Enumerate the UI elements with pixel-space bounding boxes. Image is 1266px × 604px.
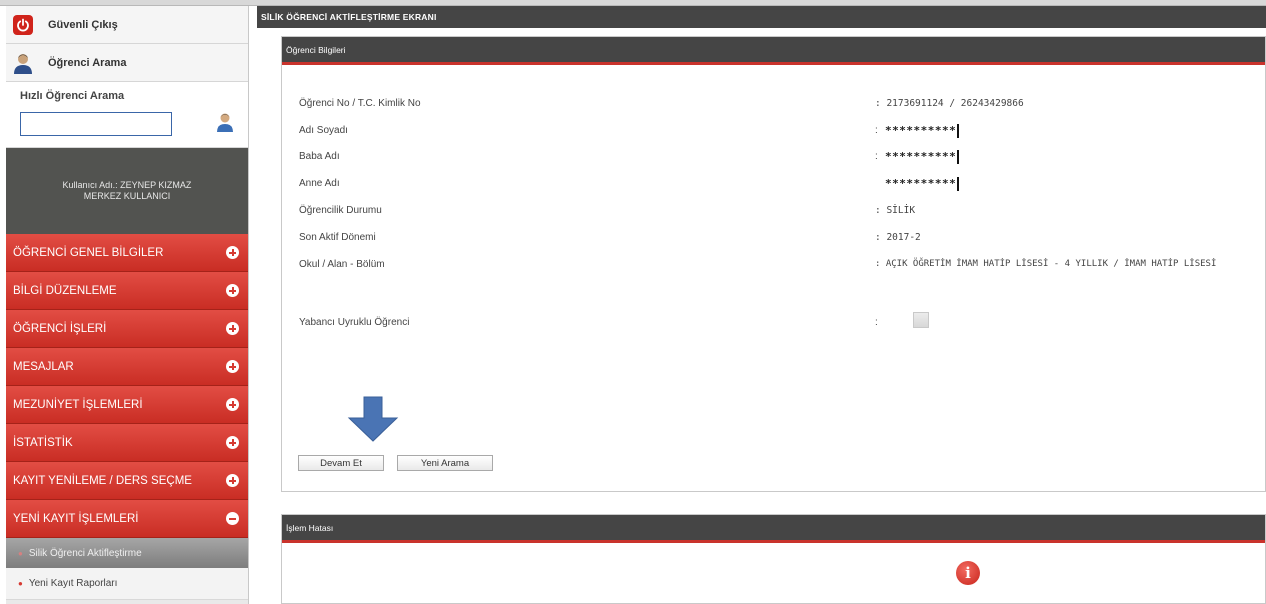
submenu-silik-ogrenci-aktiflestirme[interactable]: ● Silik Öğrenci Aktifleştirme bbox=[6, 538, 248, 568]
field-colon: : bbox=[875, 151, 878, 162]
masked-value: ********** bbox=[885, 177, 960, 191]
submenu-yeni-kayit-raporlari[interactable]: ● Yeni Kayıt Raporları bbox=[6, 568, 248, 600]
field-label: Öğrencilik Durumu bbox=[299, 205, 382, 216]
quick-search-label: Hızlı Öğrenci Arama bbox=[20, 90, 125, 102]
continue-button[interactable]: Devam Et bbox=[298, 455, 384, 471]
foreign-student-checkbox[interactable] bbox=[913, 312, 929, 328]
quick-search-input[interactable] bbox=[20, 112, 172, 136]
field-name: Adı Soyadı : ********** bbox=[299, 124, 1265, 141]
submenu-label: Silik Öğrenci Aktifleştirme bbox=[28, 547, 142, 559]
submenu-label: Yeni Kayıt Raporları bbox=[28, 578, 118, 589]
field-school: Okul / Alan - Bölüm : AÇIK ÖĞRETİM İMAM … bbox=[299, 259, 1265, 275]
user-icon bbox=[12, 52, 34, 74]
field-value: : SİLİK bbox=[875, 205, 916, 216]
menu-yeni-kayit-islemleri[interactable]: YENİ KAYIT İŞLEMLERİ bbox=[6, 500, 248, 538]
menu-ogrenci-genel-bilgiler[interactable]: ÖĞRENCİ GENEL BİLGİLER bbox=[6, 234, 248, 272]
field-foreign-student: Yabancı Uyruklu Öğrenci : bbox=[299, 312, 1265, 333]
new-search-button[interactable]: Yeni Arama bbox=[397, 455, 493, 471]
masked-value: ********** bbox=[885, 124, 960, 138]
logout-link[interactable]: Güvenli Çıkış bbox=[6, 6, 248, 44]
student-info-panel: Öğrenci Bilgileri Öğrenci No / T.C. Kiml… bbox=[281, 36, 1266, 492]
expand-plus-icon bbox=[226, 474, 239, 487]
bullet-icon: ● bbox=[18, 579, 23, 588]
menu-kayit-yenileme[interactable]: KAYIT YENİLEME / DERS SEÇME bbox=[6, 462, 248, 500]
expand-plus-icon bbox=[226, 322, 239, 335]
logout-label: Güvenli Çıkış bbox=[48, 18, 118, 31]
main-content: SİLİK ÖĞRENCİ AKTİFLEŞTİRME EKRANI Öğren… bbox=[257, 6, 1266, 604]
field-value: : 2173691124 / 26243429866 bbox=[875, 98, 1024, 109]
panel-title: Öğrenci Bilgileri bbox=[282, 37, 1265, 65]
field-last-active-term: Son Aktif Dönemi : 2017-2 bbox=[299, 232, 1265, 248]
quick-search-box: Hızlı Öğrenci Arama bbox=[6, 82, 248, 148]
menu-label: ÖĞRENCİ İŞLERİ bbox=[13, 322, 107, 335]
collapse-minus-icon bbox=[226, 512, 239, 525]
field-label: Baba Adı bbox=[299, 151, 340, 162]
student-search-label: Öğrenci Arama bbox=[48, 56, 127, 69]
menu-label: ÖĞRENCİ GENEL BİLGİLER bbox=[13, 246, 164, 259]
expand-plus-icon bbox=[226, 360, 239, 373]
field-colon: : bbox=[875, 125, 878, 136]
field-label: Adı Soyadı bbox=[299, 125, 348, 136]
menu-label: MEZUNİYET İŞLEMLERİ bbox=[13, 398, 143, 411]
expand-plus-icon bbox=[226, 398, 239, 411]
expand-plus-icon bbox=[226, 436, 239, 449]
user-search-icon[interactable] bbox=[216, 112, 234, 137]
menu-istatistik[interactable]: İSTATİSTİK bbox=[6, 424, 248, 462]
menu-bilgi-duzenleme[interactable]: BİLGİ DÜZENLEME bbox=[6, 272, 248, 310]
field-status: Öğrencilik Durumu : SİLİK bbox=[299, 205, 1265, 221]
field-label: Öğrenci No / T.C. Kimlik No bbox=[299, 98, 421, 109]
menu-mezuniyet-islemleri[interactable]: MEZUNİYET İŞLEMLERİ bbox=[6, 386, 248, 424]
page-title: SİLİK ÖĞRENCİ AKTİFLEŞTİRME EKRANI bbox=[257, 6, 1266, 28]
user-info: Kullanıcı Adı.: ZEYNEP KIZMAZ MERKEZ KUL… bbox=[6, 148, 248, 234]
sidebar: Güvenli Çıkış Öğrenci Arama Hızlı Öğrenc… bbox=[6, 6, 249, 604]
menu-ogrenci-isleri[interactable]: ÖĞRENCİ İŞLERİ bbox=[6, 310, 248, 348]
masked-value: ********** bbox=[885, 150, 960, 164]
field-father-name: Baba Adı : ********** bbox=[299, 150, 1265, 167]
field-label: Yabancı Uyruklu Öğrenci bbox=[299, 317, 410, 328]
menu-label: İSTATİSTİK bbox=[13, 436, 73, 449]
student-search-link[interactable]: Öğrenci Arama bbox=[6, 44, 248, 82]
field-label: Anne Adı bbox=[299, 178, 340, 189]
field-mother-name: Anne Adı ********** bbox=[299, 177, 1265, 194]
expand-plus-icon bbox=[226, 284, 239, 297]
user-role: MERKEZ KULLANICI bbox=[83, 191, 171, 201]
menu-label: KAYIT YENİLEME / DERS SEÇME bbox=[13, 474, 192, 487]
user-name: Kullanıcı Adı.: ZEYNEP KIZMAZ bbox=[62, 180, 192, 190]
menu-label: BİLGİ DÜZENLEME bbox=[13, 284, 117, 297]
field-label: Okul / Alan - Bölüm bbox=[299, 259, 385, 270]
bullet-icon: ● bbox=[18, 548, 23, 558]
field-label: Son Aktif Dönemi bbox=[299, 232, 376, 243]
down-arrow-icon bbox=[347, 396, 399, 442]
field-value: : AÇIK ÖĞRETİM İMAM HATİP LİSESİ - 4 YIL… bbox=[875, 259, 1217, 269]
menu-label: MESAJLAR bbox=[13, 360, 74, 373]
power-icon bbox=[12, 14, 34, 36]
menu-label: YENİ KAYIT İŞLEMLERİ bbox=[13, 512, 139, 525]
field-value: : 2017-2 bbox=[875, 232, 921, 243]
field-student-no: Öğrenci No / T.C. Kimlik No : 2173691124… bbox=[299, 98, 1265, 114]
expand-plus-icon bbox=[226, 246, 239, 259]
info-icon: i bbox=[956, 561, 980, 585]
error-panel: İşlem Hatası i bbox=[281, 514, 1266, 604]
menu-mesajlar[interactable]: MESAJLAR bbox=[6, 348, 248, 386]
field-colon: : bbox=[875, 317, 878, 328]
panel-title: İşlem Hatası bbox=[282, 515, 1265, 543]
